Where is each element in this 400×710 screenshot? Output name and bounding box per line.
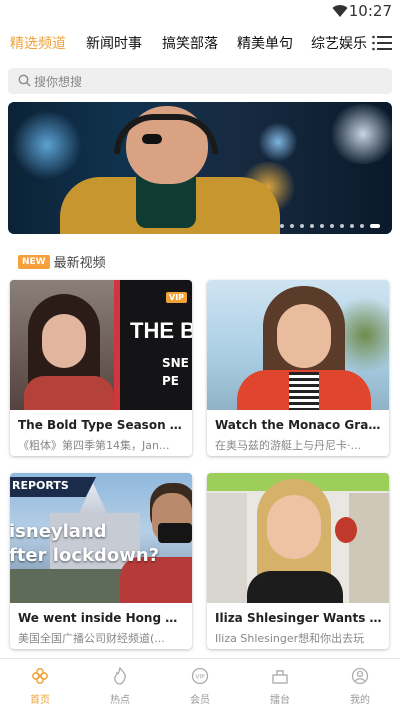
new-badge: NEW (18, 254, 50, 269)
thumb-headline: isneyland (10, 521, 107, 542)
carousel-dot[interactable] (360, 224, 364, 228)
carousel-dot[interactable] (340, 224, 344, 228)
nav-label: 会员 (190, 695, 210, 706)
microphone (142, 134, 162, 144)
svg-text:VIP: VIP (195, 674, 205, 681)
wifi-icon (332, 5, 348, 18)
video-title: We went inside Hong Kon... (18, 611, 186, 625)
carousel-dot[interactable] (280, 224, 284, 228)
nav-vip[interactable]: VIP 会员 (170, 667, 230, 706)
nav-label: 擂台 (270, 695, 290, 706)
video-subtitle: Iliza Shlesinger想和你出去玩 (215, 632, 365, 645)
video-title: Watch the Monaco Grand ... (215, 418, 383, 432)
stage-light (12, 110, 82, 180)
video-thumbnail: VIP THE BOLD T SNE PE (10, 280, 192, 410)
thumb-side-text: SNE (162, 356, 189, 370)
carousel-dot[interactable] (320, 224, 324, 228)
nav-profile[interactable]: 我的 (330, 667, 390, 706)
thumb-show-title: THE BOLD T (130, 318, 192, 343)
flame-icon (114, 666, 126, 685)
search-placeholder: 搜你想搜 (34, 75, 83, 89)
video-card[interactable]: REPORTS isneyland fter lockdown? We went… (10, 473, 192, 649)
carousel-dot[interactable] (330, 224, 334, 228)
tab-featured[interactable]: 精选频道 (10, 33, 66, 53)
stage-light (328, 104, 392, 164)
video-card[interactable]: VIP THE BOLD T SNE PE The Bold Type Seas… (10, 280, 192, 456)
carousel-dot[interactable] (310, 224, 314, 228)
menu-icon[interactable] (372, 34, 392, 52)
clover-icon (32, 668, 48, 684)
carousel-dot[interactable] (350, 224, 354, 228)
carousel-dot[interactable] (370, 224, 380, 228)
vip-badge: VIP (166, 292, 188, 303)
vip-icon: VIP (191, 667, 209, 685)
section-title: 最新视频 (53, 256, 106, 271)
carousel-dot[interactable] (300, 224, 304, 228)
video-title: Iliza Shlesinger Wants to ... (215, 611, 383, 625)
video-subtitle: 《粗体》第四季第14集，Jan... (18, 439, 170, 452)
user-icon (351, 667, 369, 685)
channel-tabs: 精选频道 新闻时事 搞笑部落 精美单句 综艺娱乐 (0, 28, 400, 58)
nav-label: 首页 (30, 695, 50, 706)
video-title: The Bold Type Season 4, ... (18, 418, 186, 432)
tab-funny[interactable]: 搞笑部落 (162, 33, 218, 53)
banner-carousel[interactable] (8, 102, 392, 234)
section-header: NEW 最新视频 (18, 251, 106, 271)
status-bar: 10:27 (0, 0, 400, 24)
tab-entertainment[interactable]: 综艺娱乐 (311, 33, 367, 53)
stage-light (258, 122, 298, 162)
nav-label: 我的 (350, 695, 370, 706)
bottom-nav: 首页 热点 VIP 会员 擂台 我的 (0, 658, 400, 710)
carousel-dot[interactable] (290, 224, 294, 228)
video-thumbnail (207, 280, 389, 410)
search-icon (18, 74, 31, 87)
thumb-headline: fter lockdown? (10, 545, 160, 566)
tab-news[interactable]: 新闻时事 (86, 33, 142, 53)
video-card[interactable]: Watch the Monaco Grand ... 在奥马兹的游艇上与丹尼卡·… (207, 280, 389, 456)
status-time: 10:27 (348, 2, 392, 20)
tab-quotes[interactable]: 精美单句 (237, 33, 293, 53)
video-subtitle: 美国全国广播公司财经频道(... (18, 632, 165, 645)
nav-home[interactable]: 首页 (10, 667, 70, 706)
video-thumbnail (207, 473, 389, 603)
nav-hot[interactable]: 热点 (90, 666, 150, 706)
nav-label: 热点 (110, 695, 130, 706)
carousel-dots (280, 224, 380, 228)
video-subtitle: 在奥马兹的游艇上与丹尼卡·... (215, 439, 361, 452)
video-card[interactable]: Iliza Shlesinger Wants to ... Iliza Shle… (207, 473, 389, 649)
video-thumbnail: REPORTS isneyland fter lockdown? (10, 473, 192, 603)
headset (114, 114, 218, 154)
nav-arena[interactable]: 擂台 (250, 667, 310, 706)
thumb-tag: REPORTS (12, 479, 69, 492)
search-input[interactable]: 搜你想搜 (8, 68, 392, 94)
arena-icon (272, 670, 288, 684)
thumb-side-text: PE (162, 374, 179, 388)
